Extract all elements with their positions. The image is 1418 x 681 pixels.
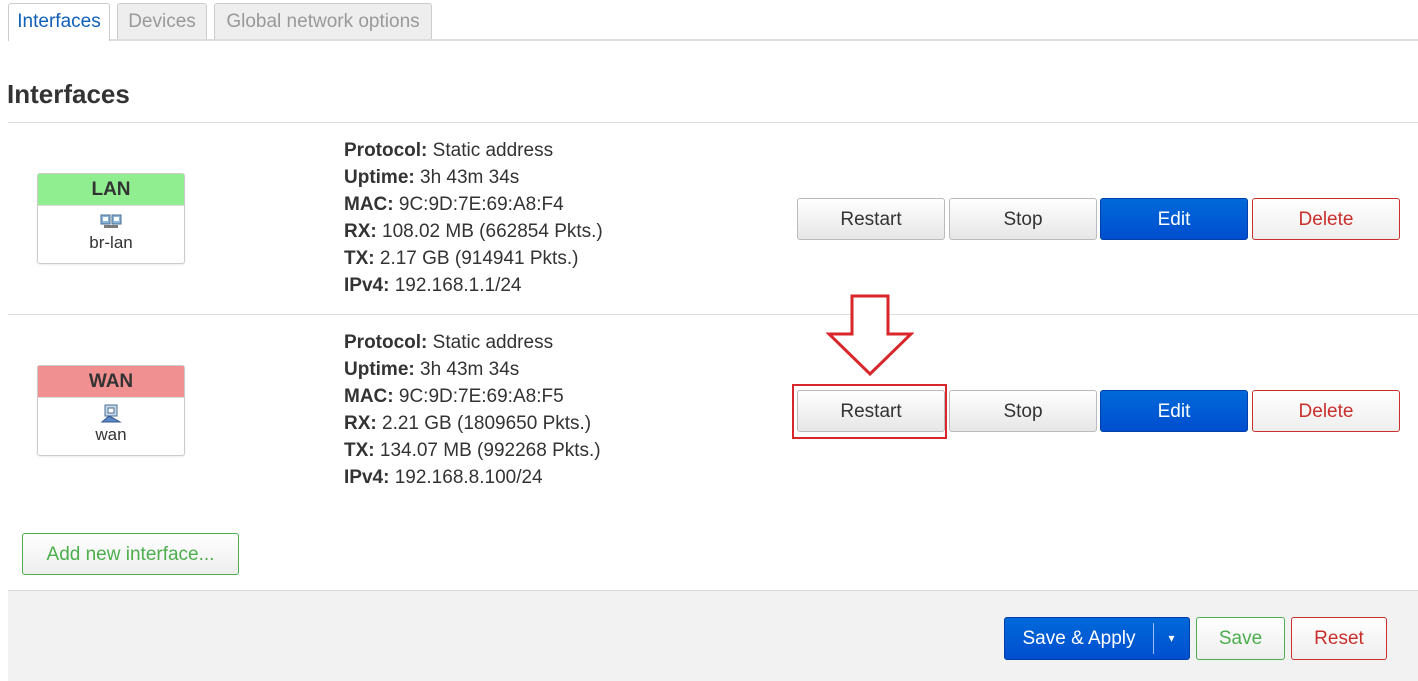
detail-rx: RX: 108.02 MB (662854 Pkts.) (344, 221, 603, 242)
stop-button-lan[interactable]: Stop (949, 198, 1097, 240)
tab-bar-divider (8, 39, 1418, 41)
interface-details-wan: Protocol: Static address Uptime: 3h 43m … (344, 329, 601, 491)
restart-button-lan[interactable]: Restart (797, 198, 945, 240)
ethernet-port-icon (100, 404, 122, 423)
delete-button-lan[interactable]: Delete (1252, 198, 1400, 240)
section-divider (8, 122, 1418, 123)
add-interface-button[interactable]: Add new interface... (22, 533, 239, 575)
annotation-highlight-box (792, 384, 947, 439)
interface-badge-wan: WAN wan (37, 365, 185, 456)
detail-uptime: Uptime: 3h 43m 34s (344, 359, 520, 380)
save-apply-split-button: Save & Apply ▾ (1004, 617, 1190, 660)
detail-mac: MAC: 9C:9D:7E:69:A8:F4 (344, 194, 564, 215)
row-divider (8, 314, 1418, 315)
device-name-lan: br-lan (89, 233, 133, 252)
detail-protocol: Protocol: Static address (344, 140, 554, 161)
interface-name-wan: WAN (38, 366, 184, 398)
detail-mac: MAC: 9C:9D:7E:69:A8:F5 (344, 386, 564, 407)
tab-devices[interactable]: Devices (117, 3, 207, 39)
detail-ipv4: IPv4: 192.168.1.1/24 (344, 275, 522, 296)
page-title: Interfaces (7, 79, 130, 109)
save-button[interactable]: Save (1196, 617, 1285, 660)
tab-interfaces[interactable]: Interfaces (8, 3, 110, 41)
device-name-wan: wan (95, 425, 127, 444)
detail-uptime: Uptime: 3h 43m 34s (344, 167, 520, 188)
edit-button-wan[interactable]: Edit (1100, 390, 1248, 432)
reset-button[interactable]: Reset (1291, 617, 1387, 660)
save-apply-button[interactable]: Save & Apply (1005, 618, 1153, 659)
detail-tx: TX: 134.07 MB (992268 Pkts.) (344, 440, 601, 461)
annotation-arrow-icon (826, 294, 914, 376)
interface-badge-lan: LAN br-lan (37, 173, 185, 264)
detail-tx: TX: 2.17 GB (914941 Pkts.) (344, 248, 579, 269)
edit-button-lan[interactable]: Edit (1100, 198, 1248, 240)
detail-protocol: Protocol: Static address (344, 332, 554, 353)
detail-ipv4: IPv4: 192.168.8.100/24 (344, 467, 543, 488)
delete-button-wan[interactable]: Delete (1252, 390, 1400, 432)
tab-bar: Interfaces Devices Global network option… (0, 0, 1418, 41)
interface-details-lan: Protocol: Static address Uptime: 3h 43m … (344, 137, 603, 299)
detail-rx: RX: 2.21 GB (1809650 Pkts.) (344, 413, 592, 434)
bridge-network-icon (100, 214, 122, 228)
stop-button-wan[interactable]: Stop (949, 390, 1097, 432)
interface-name-lan: LAN (38, 174, 184, 206)
tab-global-network-options[interactable]: Global network options (214, 3, 432, 39)
chevron-down-icon[interactable]: ▾ (1154, 618, 1189, 659)
